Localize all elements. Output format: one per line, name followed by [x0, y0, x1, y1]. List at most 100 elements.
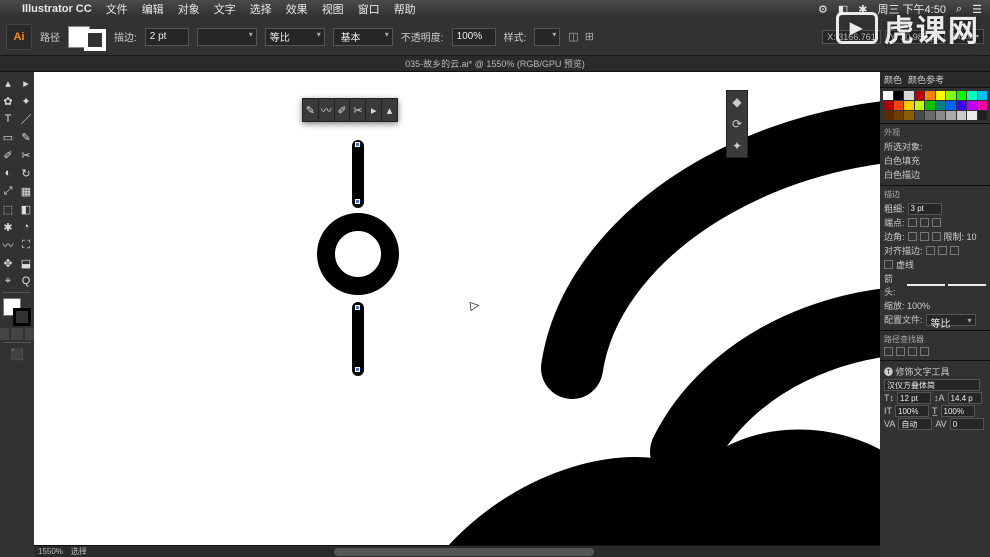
stroke-weight-input[interactable] — [145, 28, 189, 46]
color-mode-icon[interactable] — [0, 328, 9, 340]
direct-sel-icon[interactable]: ▸ — [366, 99, 382, 121]
swatch[interactable] — [957, 101, 967, 110]
swatch[interactable] — [967, 111, 977, 120]
pf-minus-icon[interactable] — [896, 347, 905, 356]
cap-butt-icon[interactable] — [908, 218, 917, 227]
strip-icon-3[interactable]: ✦ — [727, 135, 747, 157]
status-icon-2[interactable]: ◧ — [838, 3, 848, 16]
swatch[interactable] — [967, 101, 977, 110]
menu-extra-icon[interactable]: ☰ — [972, 3, 982, 16]
type-tool-icon[interactable]: T — [0, 111, 16, 127]
swatch[interactable] — [904, 101, 914, 110]
align-inside-icon[interactable] — [938, 246, 947, 255]
color-panel-tabs[interactable]: 颜色 颜色参考 — [880, 72, 990, 88]
lasso-tool-icon[interactable]: ✦ — [18, 93, 34, 109]
swatch[interactable] — [946, 111, 956, 120]
corner-miter-icon[interactable] — [908, 232, 917, 241]
pf-unite-icon[interactable] — [884, 347, 893, 356]
font-size-field[interactable] — [897, 392, 931, 404]
swatch[interactable] — [978, 91, 988, 100]
scale-tool-icon[interactable]: ⤢ — [0, 183, 16, 199]
anchor-point[interactable] — [355, 305, 360, 310]
status-icon-3[interactable]: ✱ — [858, 3, 867, 16]
fill-stroke-swatch[interactable] — [68, 23, 106, 51]
swatch[interactable] — [915, 101, 925, 110]
swatch[interactable] — [904, 91, 914, 100]
swatch[interactable] — [925, 101, 935, 110]
align-icon[interactable]: ◫ — [568, 30, 578, 43]
stroke-weight-field[interactable] — [908, 203, 942, 215]
gradient-tool-icon[interactable]: ◔ — [18, 219, 34, 235]
mesh-tool-icon[interactable]: ✱ — [0, 219, 16, 235]
tab-color-guide[interactable]: 颜色参考 — [908, 73, 944, 86]
menu-type[interactable]: 文字 — [214, 1, 236, 17]
line-tool-icon[interactable]: ／ — [18, 111, 34, 127]
swatch[interactable] — [967, 91, 977, 100]
swatch[interactable] — [883, 91, 893, 100]
reflect-tool-icon[interactable]: ↻ — [18, 165, 34, 181]
pf-exclude-icon[interactable] — [920, 347, 929, 356]
appearance-fill[interactable]: 白色填充 — [884, 154, 920, 167]
swatch[interactable] — [894, 101, 904, 110]
align-center-icon[interactable] — [926, 246, 935, 255]
hand-tool-icon[interactable]: ⌖ — [0, 273, 16, 289]
app-name[interactable]: Illustrator CC — [22, 3, 92, 15]
appearance-stroke[interactable]: 白色描边 — [884, 168, 920, 181]
swatch[interactable] — [978, 101, 988, 110]
shape-builder-tool-icon[interactable]: ⬚ — [0, 201, 16, 217]
pencil-icon[interactable]: ✐ — [335, 99, 351, 121]
horizontal-scrollbar[interactable] — [34, 545, 880, 557]
menu-select[interactable]: 选择 — [250, 1, 272, 17]
curvature-icon[interactable]: 〰 — [319, 99, 335, 121]
pf-intersect-icon[interactable] — [908, 347, 917, 356]
paintbrush-tool-icon[interactable]: ✎ — [18, 129, 34, 145]
menu-window[interactable]: 窗口 — [358, 1, 380, 17]
menu-edit[interactable]: 编辑 — [142, 1, 164, 17]
zoom-tool-icon[interactable]: Q — [18, 273, 34, 289]
tool-stroke-swatch-icon[interactable] — [13, 308, 31, 326]
magic-wand-tool-icon[interactable]: ✿ — [0, 93, 16, 109]
swatch[interactable] — [904, 111, 914, 120]
stroke-swatch-icon[interactable] — [84, 29, 106, 51]
pen-tool-mini-toolbar[interactable]: ✎ 〰 ✐ ✂ ▸ ▴ — [302, 98, 398, 122]
kerning-field[interactable] — [898, 418, 932, 430]
menu-help[interactable]: 帮助 — [394, 1, 416, 17]
slice-tool-icon[interactable]: ⬓ — [18, 255, 34, 271]
align-outside-icon[interactable] — [950, 246, 959, 255]
selection-tool-icon[interactable]: ▴ — [0, 75, 16, 91]
brush-dropdown[interactable]: 基本 — [333, 28, 393, 46]
profile-dropdown[interactable]: 等比 — [926, 314, 976, 326]
document-tab[interactable]: 035-故乡的云.ai* @ 1550% (RGB/GPU 预览) — [0, 56, 990, 72]
gradient-mode-icon[interactable] — [11, 328, 23, 340]
hscale-field[interactable] — [895, 405, 929, 417]
swatch[interactable] — [936, 91, 946, 100]
symbol-sprayer-tool-icon[interactable]: ⛶ — [18, 237, 34, 253]
direct-selection-tool-icon[interactable]: ▸ — [18, 75, 34, 91]
screen-mode-icon[interactable]: ⬛ — [9, 346, 25, 362]
artboard-tool-icon[interactable]: ✥ — [0, 255, 16, 271]
swatch[interactable] — [925, 111, 935, 120]
swatch[interactable] — [978, 111, 988, 120]
arrow-start-dropdown[interactable] — [907, 284, 945, 286]
swatch[interactable] — [925, 91, 935, 100]
blend-tool-icon[interactable]: 〰 — [0, 237, 16, 253]
leading-field[interactable] — [948, 392, 982, 404]
swatch[interactable] — [883, 111, 893, 120]
selection-icon[interactable]: ▴ — [382, 99, 397, 121]
cap-round-icon[interactable] — [920, 218, 929, 227]
transform-icon[interactable]: ⊞ — [585, 30, 594, 43]
vscale-field[interactable] — [941, 405, 975, 417]
swatch[interactable] — [915, 91, 925, 100]
swatch[interactable] — [936, 101, 946, 110]
spotlight-icon[interactable]: ⌕ — [956, 3, 962, 16]
font-family-field[interactable] — [884, 379, 980, 391]
strip-icon-1[interactable]: ◆ — [727, 91, 747, 113]
cap-square-icon[interactable] — [932, 218, 941, 227]
pen-icon[interactable]: ✎ — [303, 99, 319, 121]
menu-effect[interactable]: 效果 — [286, 1, 308, 17]
canvas-area[interactable]: ✎ 〰 ✐ ✂ ▸ ▴ ▷ ◆ ⟳ ✦ 1550% 选择 — [34, 72, 880, 557]
width-tool-icon[interactable]: ▦ — [18, 183, 34, 199]
menu-view[interactable]: 视图 — [322, 1, 344, 17]
dash-checkbox[interactable] — [884, 260, 893, 269]
swatch[interactable] — [957, 91, 967, 100]
